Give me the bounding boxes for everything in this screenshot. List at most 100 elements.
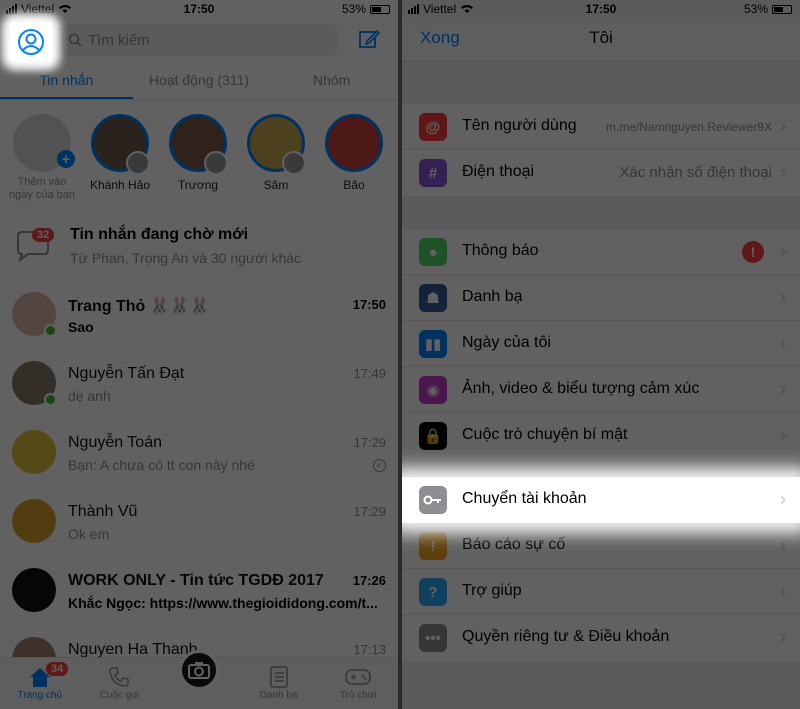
phone-icon (109, 667, 130, 687)
settings-label: Quyền riêng tư & Điều khoản (462, 628, 670, 645)
conversation-row[interactable]: Trang Thỏ 🐰🐰🐰 Sao 17:50 (0, 280, 398, 349)
settings-label: Chuyển tài khoản (462, 490, 587, 507)
conversation-list: Trang Thỏ 🐰🐰🐰 Sao 17:50 Nguyễn Tấn Đạt d… (0, 280, 398, 694)
tab-groups[interactable]: Nhóm (265, 62, 398, 99)
conversation-row[interactable]: Nguyễn Tấn Đạt dẹ anh 17:49 (0, 349, 398, 418)
avatar (12, 499, 56, 543)
story-item[interactable]: Sâm (242, 110, 310, 210)
story-item[interactable]: Khánh Hảo (86, 110, 154, 210)
conversation-message: Khắc Ngọc: https://www.thegioididong.com… (68, 595, 378, 611)
battery-icon (772, 4, 792, 14)
settings-value: m.me/Namnguyen.Reviewer9X (605, 120, 772, 134)
settings-label: Báo cáo sự cố (462, 536, 566, 553)
people-icon: ☗ (419, 284, 447, 312)
chevron-right-icon: › (780, 162, 786, 182)
more-icon: ••• (419, 624, 447, 652)
contacts-icon (269, 666, 288, 688)
conversation-name: Nguyễn Tấn Đạt (68, 365, 185, 382)
settings-row-switch-account[interactable]: Chuyển tài khoản › (402, 477, 800, 523)
settings-group-support: ! Báo cáo sự cố › ? Trợ giúp › ••• Quyền… (402, 523, 800, 661)
avatar (12, 430, 56, 474)
tab-contacts[interactable]: Danh bạ (239, 658, 319, 709)
conversation-time: 17:29 (353, 435, 386, 450)
settings-row-username[interactable]: @ Tên người dùng m.me/Namnguyen.Reviewer… (402, 104, 800, 150)
story-label: Sâm (263, 178, 289, 192)
search-icon (68, 33, 82, 47)
clock: 17:50 (183, 2, 215, 16)
settings-row-my-day[interactable]: ▮▮ Ngày của tôi › (402, 321, 800, 367)
settings-row-phone[interactable]: # Điện thoại Xác nhận số điện thoại › (402, 150, 800, 196)
conversation-time: 17:50 (352, 297, 386, 312)
settings-group-preferences: ● Thông báo ! › ☗ Danh bạ › ▮▮ Ngày của … (402, 229, 800, 459)
status-bar: Viettel 17:50 53% (402, 0, 800, 18)
chevron-right-icon: › (780, 425, 786, 445)
lock-icon: 🔒 (419, 422, 447, 450)
key-icon (419, 486, 447, 514)
online-indicator (44, 324, 57, 337)
key-icon (423, 495, 441, 505)
tab-label: Danh bạ (259, 690, 298, 701)
story-mini-avatar (126, 151, 150, 175)
story-mini-avatar (204, 151, 228, 175)
game-icon (345, 669, 371, 685)
tab-label: Trò chơi (339, 690, 377, 701)
settings-row-media[interactable]: ◉ Ảnh, video & biểu tượng cảm xúc › (402, 367, 800, 413)
camera-icon: ◉ (419, 376, 447, 404)
hash-icon: # (419, 159, 447, 187)
tab-activity[interactable]: Hoạt động (311) (133, 62, 266, 99)
profile-icon (18, 29, 44, 55)
story-add[interactable]: + Thêm vào ngày của bạn (8, 110, 76, 210)
conversation-time: 17:29 (353, 504, 386, 519)
settings-label: Thông báo (462, 242, 539, 259)
switch-account-row[interactable]: Chuyển tài khoản › (402, 477, 800, 523)
settings-row-help[interactable]: ? Trợ giúp › (402, 569, 800, 615)
story-item[interactable]: Bão (320, 110, 388, 210)
tab-camera[interactable] (159, 650, 239, 709)
conversation-row[interactable]: Thành Vũ Ok em 17:29 (0, 487, 398, 556)
compose-button[interactable] (358, 28, 381, 55)
settings-row-notifications[interactable]: ● Thông báo ! › (402, 229, 800, 275)
pending-subtitle: Từ Phan, Trọng An và 30 người khác (70, 250, 302, 266)
tab-calls[interactable]: Cuộc gọi (80, 658, 160, 709)
profile-button-highlight[interactable] (10, 22, 52, 62)
tab-games[interactable]: Trò chơi (318, 658, 398, 709)
settings-row-contacts[interactable]: ☗ Danh bạ › (402, 275, 800, 321)
day-icon: ▮▮ (419, 330, 447, 358)
seen-check-icon: ✓ (373, 459, 386, 472)
conversation-row[interactable]: WORK ONLY - Tin tức TGDĐ 2017 Khắc Ngọc:… (0, 556, 398, 625)
settings-label: Ảnh, video & biểu tượng cảm xúc (462, 380, 700, 397)
search-row: Tìm kiếm (0, 20, 398, 62)
compose-icon (359, 29, 381, 48)
pending-requests[interactable]: 32 Tin nhắn đang chờ mới Từ Phan, Trọng … (0, 216, 398, 274)
chevron-right-icon: › (780, 489, 786, 509)
settings-row-secret[interactable]: 🔒 Cuộc trò chuyện bí mật › (402, 413, 800, 459)
conversation-name: Nguyễn Toán (68, 434, 162, 451)
tab-label: Cuộc gọi (99, 690, 140, 701)
page-title: Tôi (589, 28, 613, 47)
chevron-right-icon: › (780, 379, 786, 399)
settings-label: Ngày của tôi (462, 334, 551, 351)
battery-label: 53% (341, 2, 366, 16)
at-icon: @ (419, 113, 447, 141)
chevron-right-icon: › (780, 627, 786, 647)
avatar (12, 568, 56, 612)
settings-row-privacy[interactable]: ••• Quyền riêng tư & Điều khoản › (402, 615, 800, 661)
settings-row-report[interactable]: ! Báo cáo sự cố › (402, 523, 800, 569)
conversation-row[interactable]: Nguyễn Toán Bạn: A chưa có tt con này nh… (0, 418, 398, 487)
story-label: Bão (343, 178, 365, 192)
battery-label: 53% (743, 2, 768, 16)
chevron-right-icon: › (780, 287, 786, 307)
conversation-time: 17:13 (353, 642, 386, 657)
settings-label: Trợ giúp (462, 582, 522, 599)
settings-value: Xác nhận số điện thoại (619, 164, 772, 181)
tab-home[interactable]: 34 Trang chủ (0, 658, 80, 709)
story-add-avatar: + (13, 114, 75, 172)
online-indicator (44, 393, 57, 406)
conversation-name: WORK ONLY - Tin tức TGDĐ 2017 (68, 572, 324, 589)
search-input[interactable]: Tìm kiếm (60, 24, 338, 56)
conversation-time: 17:26 (352, 573, 386, 588)
story-item[interactable]: Trương (164, 110, 232, 210)
story-avatar (91, 114, 150, 175)
tab-messages[interactable]: Tin nhắn (0, 62, 133, 99)
chevron-right-icon: › (780, 581, 786, 601)
